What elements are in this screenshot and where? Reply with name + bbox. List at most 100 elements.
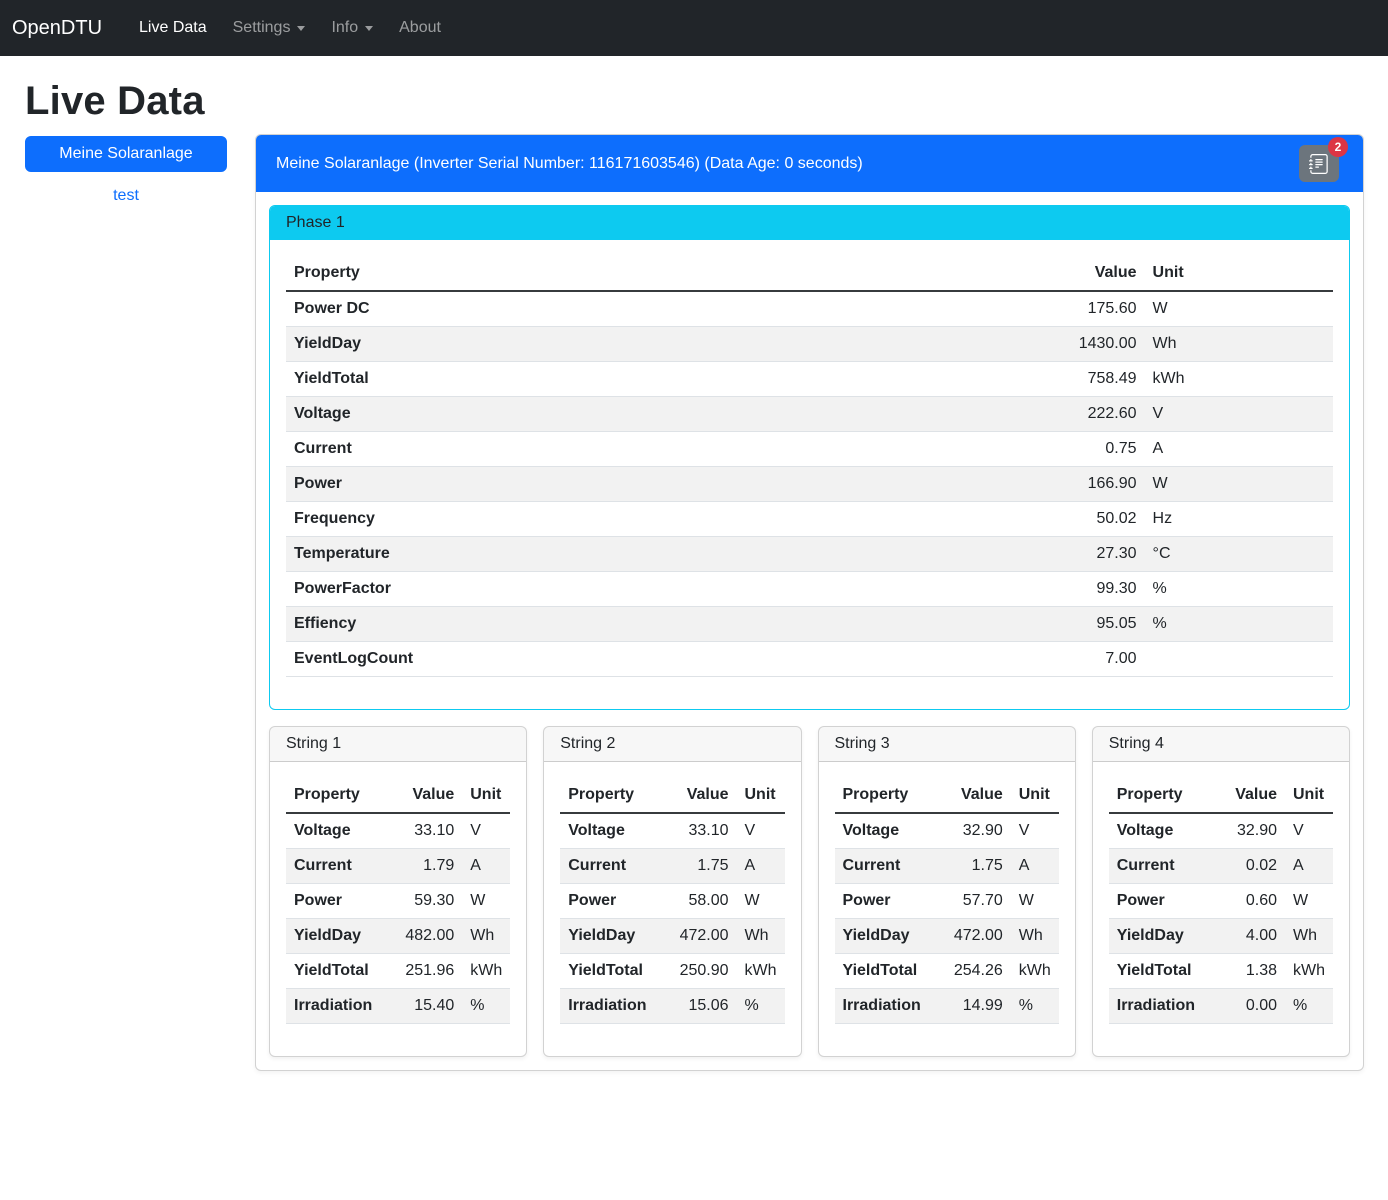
unit-cell: Wh: [1285, 919, 1333, 954]
property-cell: YieldTotal: [286, 362, 1019, 397]
value-cell: 33.10: [663, 813, 737, 849]
eventlog-button[interactable]: 2: [1299, 145, 1339, 182]
table-row: EventLogCount 7.00: [286, 642, 1333, 677]
value-cell: 57.70: [937, 884, 1011, 919]
col-property: Property: [286, 778, 388, 813]
value-cell: 58.00: [663, 884, 737, 919]
unit-cell: kWh: [1011, 954, 1059, 989]
unit-cell: [1145, 642, 1333, 677]
value-cell: 15.40: [388, 989, 462, 1024]
string-2-title: String 2: [544, 727, 800, 762]
unit-cell: V: [737, 813, 785, 849]
value-cell: 0.00: [1211, 989, 1285, 1024]
unit-cell: Wh: [1145, 327, 1333, 362]
string-1-table: Property Value Unit Voltage: [286, 778, 510, 1024]
col-property: Property: [286, 256, 1019, 291]
value-cell: 472.00: [937, 919, 1011, 954]
phase-title: Phase 1: [270, 206, 1349, 240]
sidebar-link-test[interactable]: test: [25, 187, 227, 205]
value-cell: 482.00: [388, 919, 462, 954]
table-row: YieldTotal 254.26 kWh: [835, 954, 1059, 989]
unit-cell: A: [462, 849, 510, 884]
col-value: Value: [1211, 778, 1285, 813]
strings-grid: String 1 Property Value Unit: [269, 726, 1350, 1057]
unit-cell: W: [1145, 467, 1333, 502]
unit-cell: V: [1145, 397, 1333, 432]
value-cell: 50.02: [1019, 502, 1145, 537]
table-row: YieldDay 482.00 Wh: [286, 919, 510, 954]
value-cell: 4.00: [1211, 919, 1285, 954]
col-unit: Unit: [462, 778, 510, 813]
property-cell: Power: [1109, 884, 1211, 919]
value-cell: 0.75: [1019, 432, 1145, 467]
value-cell: 99.30: [1019, 572, 1145, 607]
value-cell: 95.05: [1019, 607, 1145, 642]
unit-cell: W: [1011, 884, 1059, 919]
table-row: YieldDay 472.00 Wh: [835, 919, 1059, 954]
property-cell: YieldTotal: [560, 954, 662, 989]
unit-cell: W: [462, 884, 510, 919]
value-cell: 59.30: [388, 884, 462, 919]
inverter-select-button[interactable]: Meine Solaranlage: [25, 136, 227, 172]
col-unit: Unit: [737, 778, 785, 813]
value-cell: 1.79: [388, 849, 462, 884]
property-cell: Current: [560, 849, 662, 884]
string-card-2: String 2 Property Value Unit: [543, 726, 801, 1057]
eventlog-badge: 2: [1328, 137, 1348, 157]
table-row: Voltage 32.90 V: [835, 813, 1059, 849]
table-row: Irradiation 15.40 %: [286, 989, 510, 1024]
col-unit: Unit: [1285, 778, 1333, 813]
page: Live Data Meine Solaranlage test Meine S…: [0, 56, 1388, 1079]
unit-cell: W: [1285, 884, 1333, 919]
property-cell: Current: [286, 432, 1019, 467]
property-cell: YieldTotal: [286, 954, 388, 989]
nav-live-data[interactable]: Live Data: [126, 11, 220, 45]
property-cell: Current: [286, 849, 388, 884]
property-cell: Frequency: [286, 502, 1019, 537]
property-cell: Voltage: [1109, 813, 1211, 849]
value-cell: 0.60: [1211, 884, 1285, 919]
value-cell: 14.99: [937, 989, 1011, 1024]
value-cell: 15.06: [663, 989, 737, 1024]
table-row: Temperature 27.30 °C: [286, 537, 1333, 572]
value-cell: 1.75: [937, 849, 1011, 884]
inverter-sidebar: Meine Solaranlage test: [25, 134, 227, 205]
table-row: Effiency 95.05 %: [286, 607, 1333, 642]
property-cell: YieldDay: [286, 327, 1019, 362]
unit-cell: %: [1011, 989, 1059, 1024]
unit-cell: A: [1011, 849, 1059, 884]
table-row: PowerFactor 99.30 %: [286, 572, 1333, 607]
property-cell: YieldTotal: [1109, 954, 1211, 989]
property-cell: PowerFactor: [286, 572, 1019, 607]
property-cell: Voltage: [286, 397, 1019, 432]
table-row: Power 58.00 W: [560, 884, 784, 919]
property-cell: YieldDay: [835, 919, 937, 954]
nav-about[interactable]: About: [386, 11, 454, 45]
value-cell: 7.00: [1019, 642, 1145, 677]
property-cell: EventLogCount: [286, 642, 1019, 677]
value-cell: 33.10: [388, 813, 462, 849]
property-cell: Voltage: [835, 813, 937, 849]
unit-cell: Wh: [1011, 919, 1059, 954]
string-card-4: String 4 Property Value Unit: [1092, 726, 1350, 1057]
nav-info[interactable]: Info: [318, 11, 386, 45]
string-1-title: String 1: [270, 727, 526, 762]
brand[interactable]: OpenDTU: [12, 17, 102, 40]
table-row: Power DC 175.60 W: [286, 291, 1333, 327]
table-row: Current 1.75 A: [835, 849, 1059, 884]
value-cell: 254.26: [937, 954, 1011, 989]
value-cell: 758.49: [1019, 362, 1145, 397]
value-cell: 222.60: [1019, 397, 1145, 432]
col-value: Value: [388, 778, 462, 813]
col-property: Property: [560, 778, 662, 813]
unit-cell: %: [462, 989, 510, 1024]
property-cell: Power: [286, 884, 388, 919]
property-cell: Effiency: [286, 607, 1019, 642]
nav-settings[interactable]: Settings: [220, 11, 319, 45]
unit-cell: V: [1285, 813, 1333, 849]
nav-settings-label: Settings: [233, 19, 291, 37]
string-4-table: Property Value Unit Voltage: [1109, 778, 1333, 1024]
value-cell: 251.96: [388, 954, 462, 989]
unit-cell: A: [1285, 849, 1333, 884]
table-row: Voltage 33.10 V: [286, 813, 510, 849]
